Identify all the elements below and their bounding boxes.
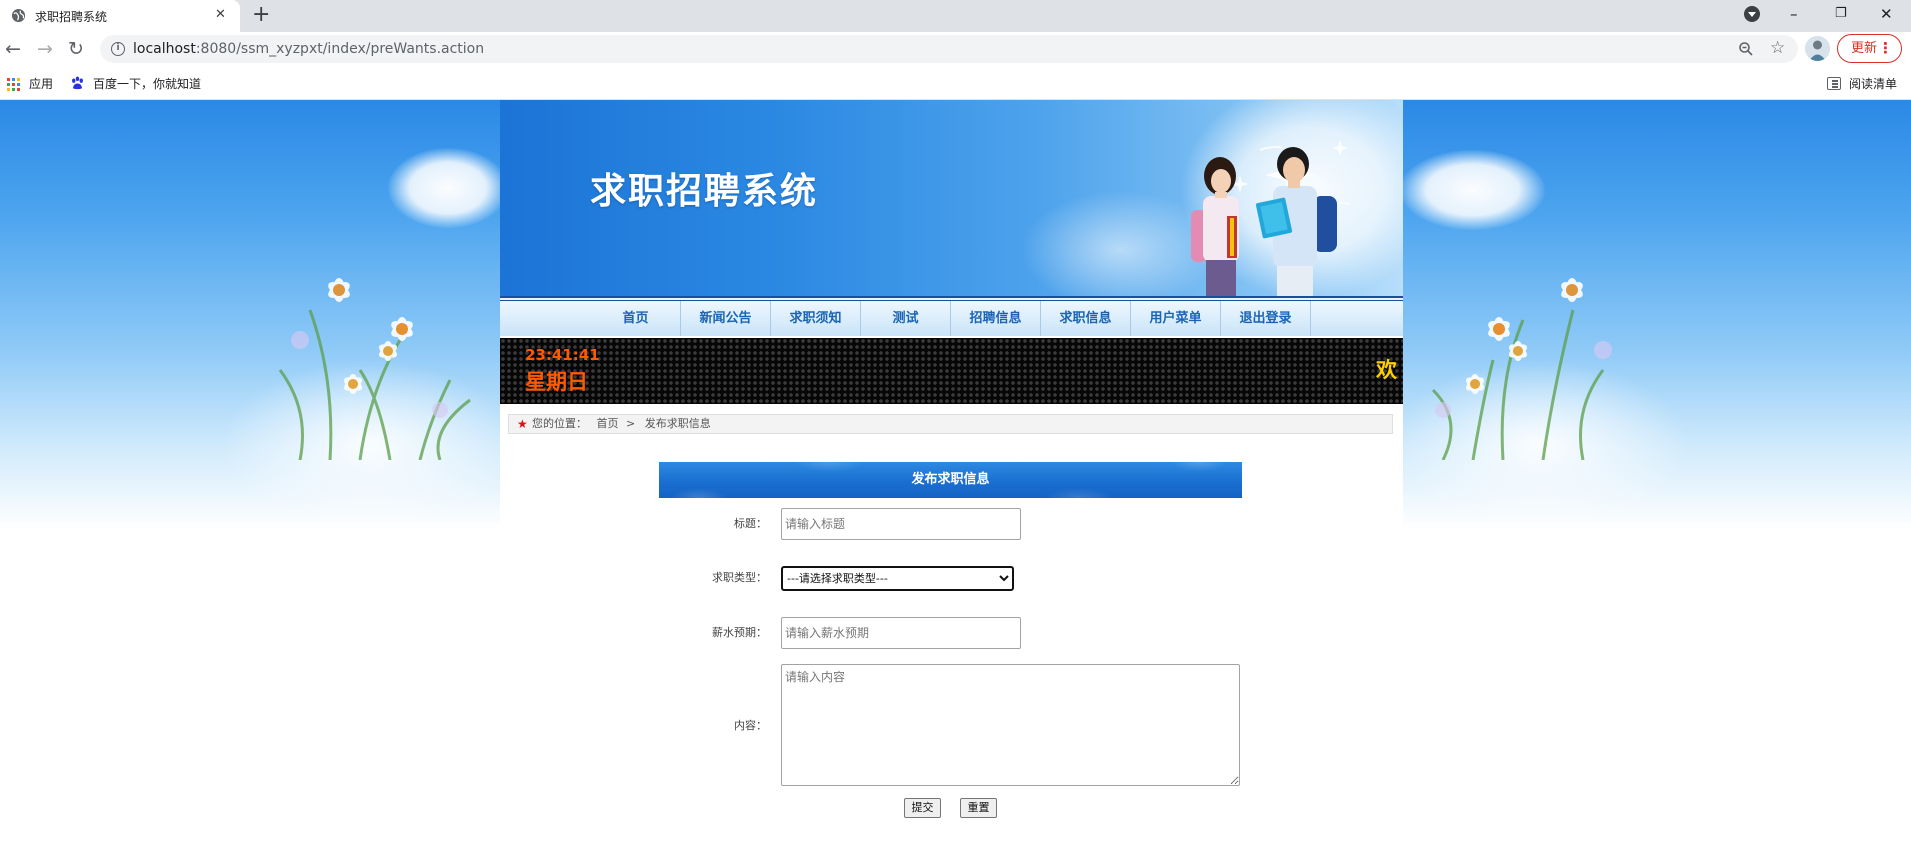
apps-grid-icon[interactable] xyxy=(7,78,20,91)
tab-title: 求职招聘系统 xyxy=(35,10,108,24)
profile-avatar[interactable] xyxy=(1805,36,1830,61)
clock-time: 23:41:41 xyxy=(525,346,600,364)
reading-list-label[interactable]: 阅读清单 xyxy=(1849,76,1897,92)
salary-label: 薪水预期： xyxy=(712,626,767,639)
cloud-decoration xyxy=(388,148,508,228)
flowers-right-decoration xyxy=(1431,278,1612,460)
browser-tab[interactable]: 求职招聘系统 ✕ xyxy=(0,0,240,32)
content-label: 内容： xyxy=(734,719,767,732)
url-path: :8080/ssm_xyzpxt/index/preWants.action xyxy=(195,41,485,57)
update-button[interactable]: 更新 ⋮ xyxy=(1837,34,1902,63)
back-arrow-icon[interactable]: ← xyxy=(5,37,21,61)
baidu-paw-icon xyxy=(70,76,85,91)
nav-item-job-wanted[interactable]: 求职信息 xyxy=(1041,301,1131,336)
nav-item-user-menu[interactable]: 用户菜单 xyxy=(1131,301,1221,336)
new-tab-icon[interactable]: + xyxy=(252,3,270,27)
globe-icon xyxy=(11,8,26,23)
bookmarks-bar: 应用 百度一下，你就知道 阅读清单 xyxy=(0,68,1911,100)
url-text[interactable]: localhost:8080/ssm_xyzpxt/index/preWants… xyxy=(133,40,484,58)
address-bar[interactable]: i localhost:8080/ssm_xyzpxt/index/preWan… xyxy=(100,35,1798,63)
nav-item-recruitment[interactable]: 招聘信息 xyxy=(951,301,1041,336)
bookmark-apps[interactable]: 应用 xyxy=(29,76,53,92)
salary-input[interactable] xyxy=(781,617,1021,649)
site-banner: 求职招聘系统 xyxy=(500,100,1403,297)
led-clock-bar: 23:41:41 星期日 欢 xyxy=(500,338,1403,404)
breadcrumb: ★ 您的位置： 首页 > 发布求职信息 xyxy=(508,414,1393,434)
breadcrumb-separator: > xyxy=(626,417,636,430)
zoom-icon[interactable] xyxy=(1738,41,1754,57)
nav-item-job-guide[interactable]: 求职须知 xyxy=(771,301,861,336)
flowers-left-decoration xyxy=(278,278,471,460)
submit-button[interactable]: 提交 xyxy=(904,798,941,818)
close-window-icon[interactable]: ✕ xyxy=(1880,4,1893,24)
bookmark-star-icon[interactable]: ☆ xyxy=(1770,38,1785,58)
close-tab-icon[interactable]: ✕ xyxy=(215,7,226,23)
nav-item-test[interactable]: 测试 xyxy=(861,301,951,336)
nav-item-home[interactable]: 首页 xyxy=(591,301,681,336)
star-icon: ★ xyxy=(517,417,528,431)
job-type-select[interactable]: ---请选择求职类型--- xyxy=(781,566,1014,591)
browser-toolbar: ← → ↻ i localhost:8080/ssm_xyzpxt/index/… xyxy=(0,32,1911,68)
content-textarea[interactable] xyxy=(781,664,1240,786)
update-label: 更新 xyxy=(1851,41,1878,56)
cloud-decoration xyxy=(1400,150,1545,230)
job-type-label: 求职类型： xyxy=(712,571,767,584)
reading-list-icon[interactable] xyxy=(1827,77,1841,90)
students-illustration xyxy=(1191,147,1337,297)
breadcrumb-prefix: 您的位置： xyxy=(532,417,587,430)
clock-weekday: 星期日 xyxy=(525,370,588,394)
bookmark-baidu[interactable]: 百度一下，你就知道 xyxy=(93,76,201,92)
form-header: 发布求职信息 xyxy=(659,462,1242,498)
welcome-marquee: 欢 xyxy=(1376,358,1397,382)
title-input[interactable] xyxy=(781,508,1021,540)
forward-arrow-icon[interactable]: → xyxy=(37,37,53,61)
url-host: localhost xyxy=(133,41,196,57)
tab-strip: 求职招聘系统 ✕ + – ❐ ✕ xyxy=(0,0,1911,32)
restore-icon[interactable]: ❐ xyxy=(1835,4,1847,24)
main-nav: 首页 新闻公告 求职须知 测试 招聘信息 求职信息 用户菜单 退出登录 xyxy=(500,301,1403,336)
minimize-icon[interactable]: – xyxy=(1790,4,1798,24)
title-label: 标题： xyxy=(734,517,767,530)
breadcrumb-current: 发布求职信息 xyxy=(644,417,711,430)
site-title: 求职招聘系统 xyxy=(590,171,819,212)
nav-item-news[interactable]: 新闻公告 xyxy=(681,301,771,336)
reload-icon[interactable]: ↻ xyxy=(68,37,84,61)
nav-item-logout[interactable]: 退出登录 xyxy=(1221,301,1311,336)
reset-button[interactable]: 重置 xyxy=(960,798,997,818)
site-info-icon[interactable]: i xyxy=(111,42,125,56)
breadcrumb-home[interactable]: 首页 xyxy=(597,417,619,430)
form-heading: 发布求职信息 xyxy=(911,472,990,487)
more-menu-icon[interactable]: ⋮ xyxy=(1878,35,1893,62)
tab-search-icon[interactable] xyxy=(1744,6,1760,22)
